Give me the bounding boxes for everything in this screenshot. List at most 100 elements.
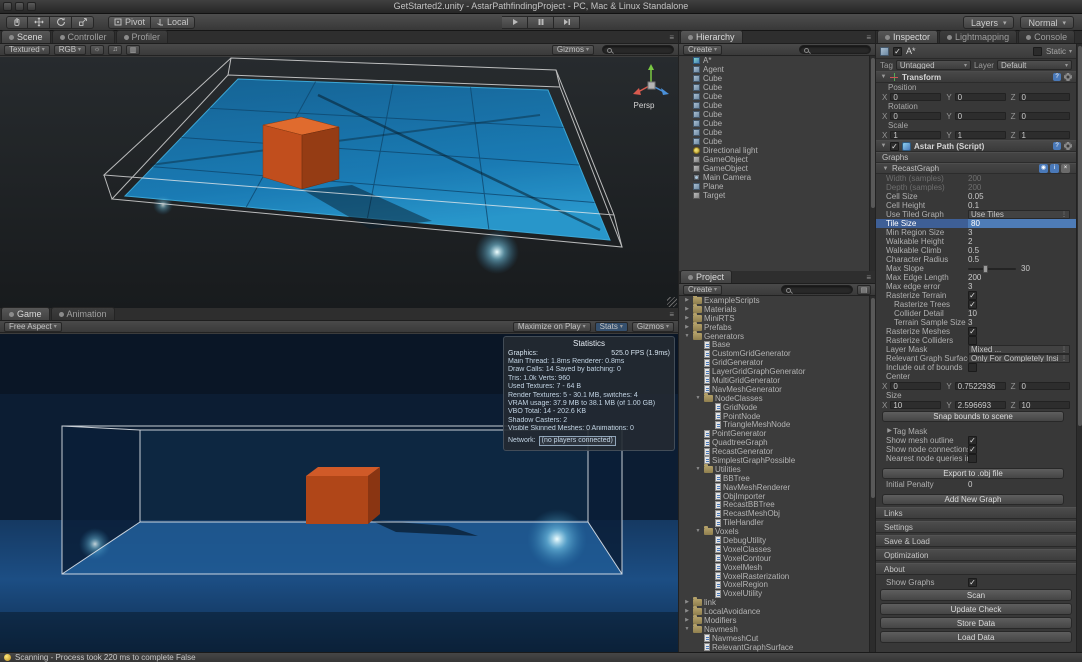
project-item[interactable]: VoxelRasterization: [679, 572, 869, 581]
panel-menu-icon[interactable]: ≡: [866, 273, 871, 282]
action-button[interactable]: Store Data: [880, 617, 1072, 629]
resize-grip-icon[interactable]: [667, 297, 677, 307]
checkbox[interactable]: [968, 336, 977, 345]
inspector-button[interactable]: Export to .obj file: [882, 468, 1064, 479]
astar-component-header[interactable]: ▼ Astar Path (Script): [876, 140, 1076, 152]
window-button-maximize-icon[interactable]: [27, 2, 36, 11]
project-item[interactable]: ▼Navmesh: [679, 625, 869, 634]
vector-field[interactable]: 1: [955, 131, 1006, 139]
project-search-input[interactable]: [781, 285, 853, 294]
action-button[interactable]: Load Data: [880, 631, 1072, 643]
tab-lightmapping[interactable]: Lightmapping: [939, 30, 1017, 43]
project-item[interactable]: ▶ExampleScripts: [679, 296, 869, 305]
vector-field[interactable]: 0: [1019, 93, 1070, 101]
move-tool-button[interactable]: [28, 16, 50, 29]
slider-value[interactable]: 30: [1021, 264, 1030, 273]
inspector-scrollbar[interactable]: [1076, 44, 1082, 652]
scene-gizmos-dropdown[interactable]: Gizmos: [552, 45, 594, 55]
project-item[interactable]: VoxelRegion: [679, 581, 869, 590]
tab-project[interactable]: Project: [680, 270, 732, 283]
section-header[interactable]: Links: [876, 507, 1076, 519]
layers-dropdown[interactable]: Layers: [963, 16, 1015, 29]
scene-viewport[interactable]: Persp: [0, 57, 678, 308]
hand-tool-button[interactable]: [6, 16, 28, 29]
hierarchy-item[interactable]: Cube: [679, 119, 869, 128]
value-field[interactable]: 3: [968, 318, 972, 327]
project-scrollbar[interactable]: [869, 296, 875, 652]
vector-field[interactable]: 0: [1019, 382, 1070, 390]
project-settings-icon[interactable]: ▤: [857, 285, 871, 295]
inspector-button[interactable]: Snap bounds to scene: [882, 411, 1064, 422]
transform-component-header[interactable]: ▼ Transform: [876, 71, 1076, 83]
section-header[interactable]: Save & Load: [876, 535, 1076, 547]
project-item[interactable]: PointGenerator: [679, 429, 869, 438]
project-item[interactable]: ▶Prefabs: [679, 323, 869, 332]
aspect-dropdown[interactable]: Free Aspect: [4, 322, 62, 332]
vector-field[interactable]: 0: [890, 112, 941, 120]
tab-controller[interactable]: Controller: [52, 30, 115, 43]
project-item[interactable]: RecastBBTree: [679, 500, 869, 509]
project-item[interactable]: ▶Modifiers: [679, 616, 869, 625]
project-item[interactable]: TriangleMeshNode: [679, 420, 869, 429]
tab-inspector[interactable]: Inspector: [877, 30, 938, 43]
hierarchy-search-input[interactable]: [799, 45, 871, 54]
slider-handle[interactable]: [983, 265, 988, 273]
value-field[interactable]: 0.1: [968, 201, 979, 210]
static-checkbox[interactable]: [1033, 47, 1042, 56]
property-row-selected[interactable]: Tile Size80: [876, 219, 1076, 228]
checkbox[interactable]: [968, 445, 977, 454]
foldout-arrow-icon[interactable]: ▼: [882, 166, 889, 172]
audio-toggle-icon[interactable]: ♫: [108, 45, 122, 55]
hierarchy-item[interactable]: Cube: [679, 92, 869, 101]
foldout-arrow-icon[interactable]: ▶: [683, 616, 691, 625]
tab-game[interactable]: Game: [1, 307, 50, 320]
render-mode-dropdown[interactable]: RGB: [54, 45, 86, 55]
project-item[interactable]: BBTree: [679, 474, 869, 483]
lighting-toggle-icon[interactable]: ☼: [90, 45, 104, 55]
value-field[interactable]: 0.5: [968, 246, 979, 255]
value-field[interactable]: 200: [968, 273, 981, 282]
project-item[interactable]: MultiGridGenerator: [679, 376, 869, 385]
hierarchy-item[interactable]: GameObject: [679, 155, 869, 164]
hierarchy-item[interactable]: Cube: [679, 137, 869, 146]
hierarchy-item[interactable]: Main Camera: [679, 173, 869, 182]
scale-tool-button[interactable]: [72, 16, 94, 29]
section-header[interactable]: Settings: [876, 521, 1076, 533]
inspector-button[interactable]: Add New Graph: [882, 494, 1064, 505]
checkbox[interactable]: [968, 327, 977, 336]
vector-field[interactable]: 1: [890, 131, 941, 139]
scroll-thumb[interactable]: [871, 298, 875, 498]
overlay-toggle-icon[interactable]: ▥: [126, 45, 140, 55]
project-item[interactable]: Base: [679, 340, 869, 349]
hierarchy-item[interactable]: Cube: [679, 110, 869, 119]
foldout-arrow-icon[interactable]: ▼: [683, 625, 691, 634]
foldout-arrow-icon[interactable]: ▼: [683, 332, 691, 341]
project-item[interactable]: VoxelClasses: [679, 545, 869, 554]
foldout-arrow-icon[interactable]: ▼: [694, 527, 702, 536]
project-item[interactable]: VoxelMesh: [679, 563, 869, 572]
project-item[interactable]: RecastMeshObj: [679, 509, 869, 518]
project-item[interactable]: ▶link: [679, 598, 869, 607]
graph-info-icon[interactable]: i: [1050, 164, 1059, 173]
hierarchy-item[interactable]: Cube: [679, 74, 869, 83]
project-create-dropdown[interactable]: Create: [683, 285, 722, 295]
panel-menu-icon[interactable]: ≡: [866, 33, 871, 42]
project-item[interactable]: ▼Utilities: [679, 465, 869, 474]
graphs-header[interactable]: Graphs: [876, 152, 1076, 163]
hierarchy-item[interactable]: GameObject: [679, 164, 869, 173]
hierarchy-scrollbar[interactable]: [869, 56, 875, 271]
active-checkbox[interactable]: [893, 47, 902, 56]
pause-button[interactable]: [528, 16, 554, 29]
project-item[interactable]: GridNode: [679, 403, 869, 412]
project-item[interactable]: RecastGenerator: [679, 447, 869, 456]
hierarchy-item[interactable]: Target: [679, 191, 869, 200]
game-viewport[interactable]: Statistics Graphics: 525.0 FPS (1.9ms) M…: [0, 334, 678, 652]
hierarchy-create-dropdown[interactable]: Create: [683, 45, 722, 55]
graph-delete-icon[interactable]: ×: [1061, 164, 1070, 173]
checkbox[interactable]: [968, 454, 977, 463]
vector-field[interactable]: 0: [1019, 112, 1070, 120]
value-field[interactable]: 3: [968, 228, 972, 237]
gear-icon[interactable]: [1064, 73, 1072, 81]
project-item[interactable]: ▶LocalAvoidance: [679, 607, 869, 616]
help-icon[interactable]: [1053, 73, 1061, 81]
